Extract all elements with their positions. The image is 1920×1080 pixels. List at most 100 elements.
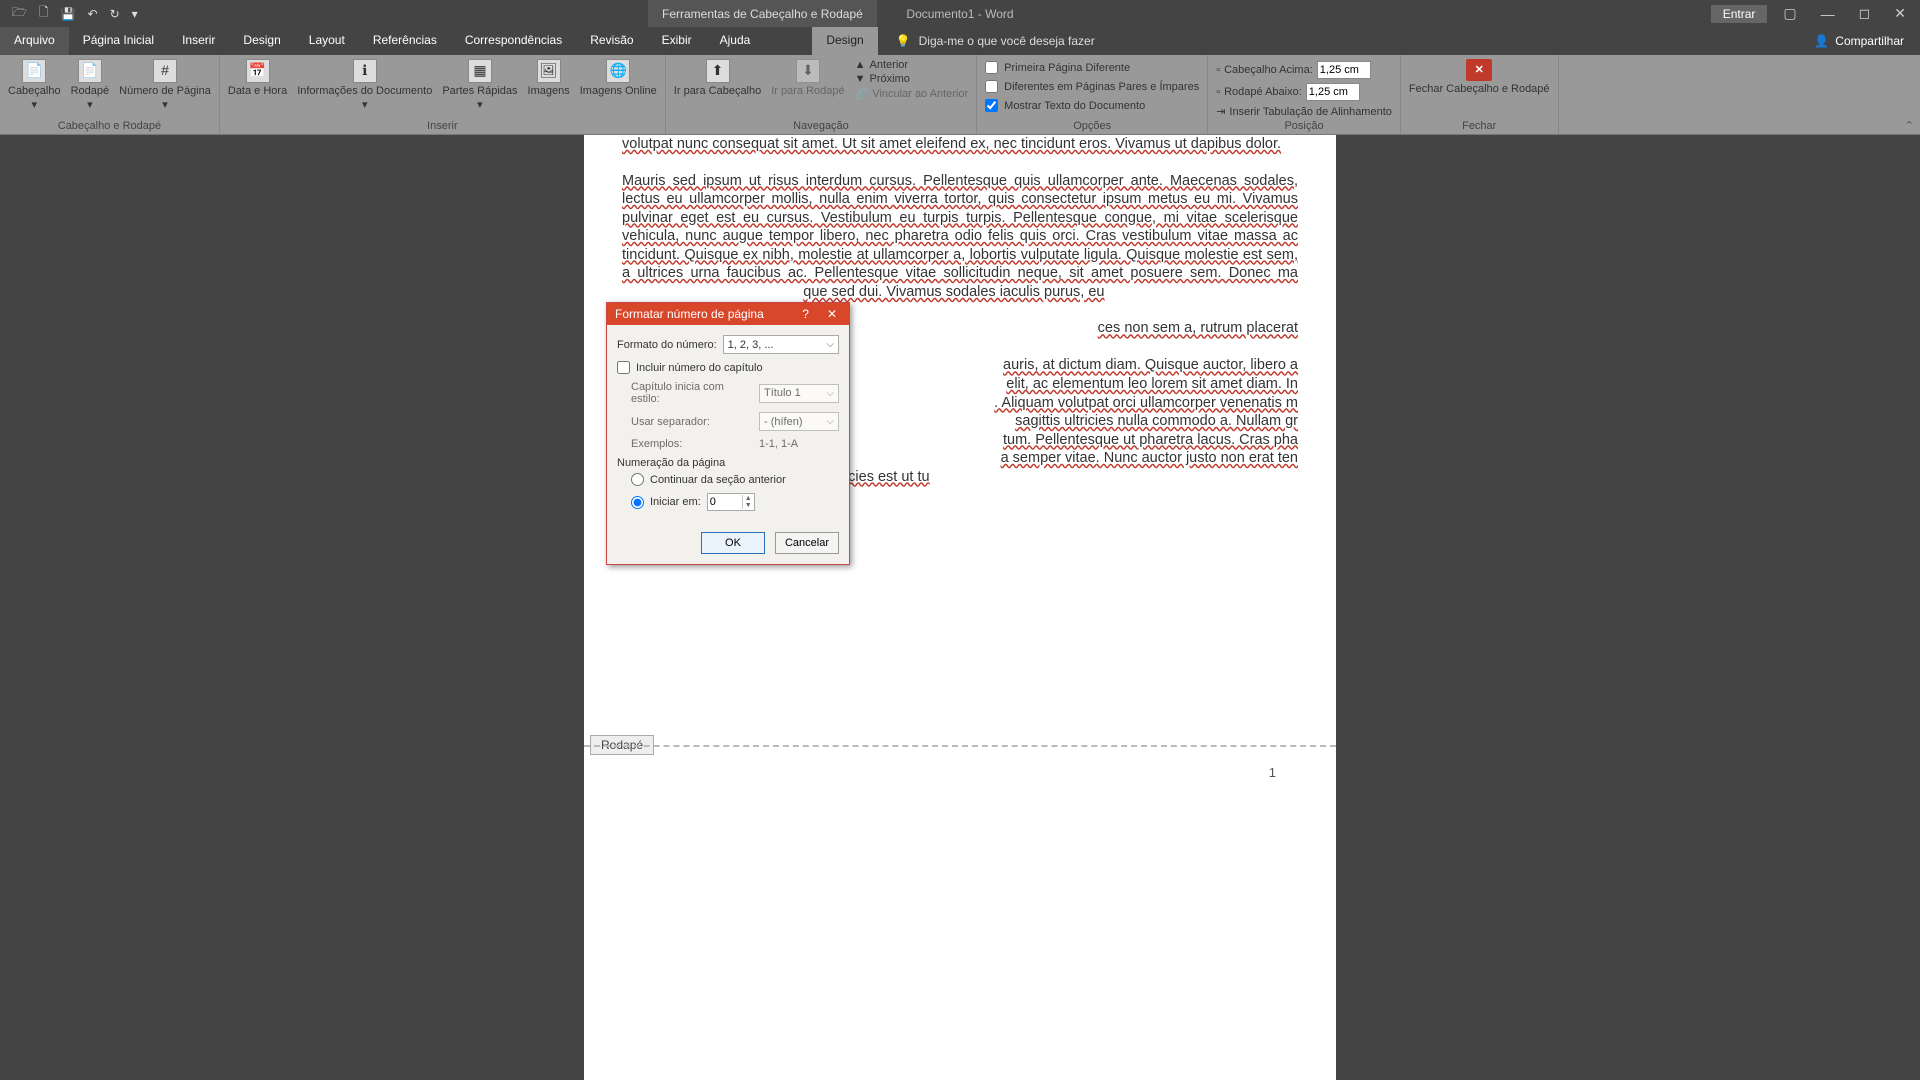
maximize-icon[interactable]: ◻ bbox=[1851, 5, 1879, 22]
page-number-field[interactable]: 1 bbox=[1269, 765, 1276, 780]
redo-icon[interactable]: ↻ bbox=[110, 7, 120, 21]
link-previous-button: 🔗Vincular ao Anterior bbox=[855, 87, 969, 100]
share-icon: 👤 bbox=[1814, 34, 1829, 48]
footer-separator bbox=[584, 745, 1336, 747]
box-icon: ▫ bbox=[1216, 86, 1220, 98]
group-label-options: Opções bbox=[985, 118, 1199, 132]
tab-home[interactable]: Página Inicial bbox=[69, 27, 168, 55]
footer-bottom-input[interactable] bbox=[1306, 83, 1360, 101]
include-chapter-checkbox[interactable]: Incluir número do capítulo bbox=[617, 361, 839, 374]
down-arrow-icon: ▼ bbox=[855, 73, 866, 85]
goto-header-button[interactable]: ⬆Ir para Cabeçalho bbox=[674, 59, 761, 97]
share-label: Compartilhar bbox=[1835, 34, 1904, 48]
tell-me-label: Diga-me o que você deseja fazer bbox=[919, 34, 1095, 48]
close-window-icon[interactable]: ✕ bbox=[1886, 5, 1914, 22]
open-icon[interactable]: 🗁 bbox=[12, 3, 27, 24]
close-x-icon: ✕ bbox=[1466, 59, 1492, 81]
show-doc-text-checkbox[interactable]: Mostrar Texto do Documento bbox=[985, 99, 1199, 112]
spin-up-icon[interactable]: ▲ bbox=[743, 495, 754, 502]
page-number-button[interactable]: #Número de Página▾ bbox=[119, 59, 211, 111]
header-top-input[interactable] bbox=[1317, 61, 1371, 79]
group-close: ✕ Fechar Cabeçalho e Rodapé Fechar bbox=[1401, 55, 1559, 134]
tell-me-search[interactable]: 💡 Diga-me o que você deseja fazer bbox=[878, 27, 1095, 55]
group-label-insert: Inserir bbox=[228, 118, 657, 132]
quick-access-toolbar: 🗁 🗋 💾 ↶ ↻ ▾ bbox=[0, 3, 138, 24]
chapter-style-label: Capítulo inicia com estilo: bbox=[631, 381, 753, 405]
minimize-icon[interactable]: — bbox=[1813, 6, 1843, 22]
insert-alignment-tab-button[interactable]: ⇥Inserir Tabulação de Alinhamento bbox=[1216, 105, 1392, 118]
link-icon: 🔗 bbox=[855, 87, 869, 100]
separator-label: Usar separador: bbox=[631, 416, 753, 428]
tab-mailings[interactable]: Correspondências bbox=[451, 27, 576, 55]
close-header-footer-button[interactable]: ✕ Fechar Cabeçalho e Rodapé bbox=[1409, 59, 1550, 95]
datetime-button[interactable]: 📅Data e Hora bbox=[228, 59, 287, 97]
tab-icon: ⇥ bbox=[1216, 105, 1225, 118]
group-insert: 📅Data e Hora ℹInformações do Documento▾ … bbox=[220, 55, 666, 134]
start-at-radio[interactable]: Iniciar em: bbox=[631, 496, 701, 509]
header-button[interactable]: 📄Cabeçalho▾ bbox=[8, 59, 61, 111]
tab-help[interactable]: Ajuda bbox=[706, 27, 765, 55]
tab-design-context[interactable]: Design bbox=[812, 27, 877, 55]
page-number-format-dialog: Formatar número de página ? ✕ Formato do… bbox=[606, 302, 850, 565]
group-label-nav: Navegação bbox=[674, 118, 968, 132]
group-options: Primeira Página Diferente Diferentes em … bbox=[977, 55, 1208, 134]
lightbulb-icon: 💡 bbox=[896, 34, 911, 48]
chapter-style-select: Título 1 bbox=[759, 384, 839, 403]
dialog-help-icon[interactable]: ? bbox=[798, 307, 813, 321]
new-icon[interactable]: 🗋 bbox=[39, 3, 49, 24]
document-workspace: volutpat nunc consequat sit amet. Ut sit… bbox=[0, 135, 1920, 1080]
ribbon-display-icon[interactable]: ▢ bbox=[1775, 5, 1804, 22]
context-tab-header-footer: Ferramentas de Cabeçalho e Rodapé bbox=[648, 0, 877, 27]
tab-review[interactable]: Revisão bbox=[576, 27, 647, 55]
collapse-ribbon-icon[interactable]: ⌃ bbox=[1905, 119, 1914, 132]
group-position: ▫Cabeçalho Acima: ▫Rodapé Abaixo: ⇥Inser… bbox=[1208, 55, 1401, 134]
tab-design[interactable]: Design bbox=[229, 27, 294, 55]
box-icon: ▫ bbox=[1216, 64, 1220, 76]
undo-icon[interactable]: ↶ bbox=[88, 7, 98, 21]
tab-file[interactable]: Arquivo bbox=[0, 27, 69, 55]
up-arrow-icon: ▲ bbox=[855, 59, 866, 71]
dialog-close-icon[interactable]: ✕ bbox=[823, 307, 841, 321]
start-at-input[interactable]: ▲▼ bbox=[707, 493, 755, 511]
quickparts-button[interactable]: ▦Partes Rápidas▾ bbox=[442, 59, 517, 111]
group-label-position: Posição bbox=[1216, 118, 1392, 132]
tab-layout[interactable]: Layout bbox=[295, 27, 359, 55]
first-page-different-checkbox[interactable]: Primeira Página Diferente bbox=[985, 61, 1199, 74]
dialog-title: Formatar número de página bbox=[615, 307, 764, 321]
online-pictures-button[interactable]: 🌐Imagens Online bbox=[580, 59, 657, 97]
cancel-button[interactable]: Cancelar bbox=[775, 532, 839, 554]
qat-more-icon[interactable]: ▾ bbox=[132, 7, 138, 21]
save-icon[interactable]: 💾 bbox=[61, 7, 76, 21]
goto-footer-button: ⬇Ir para Rodapé bbox=[771, 59, 844, 97]
spin-down-icon[interactable]: ▼ bbox=[743, 502, 754, 509]
ok-button[interactable]: OK bbox=[701, 532, 765, 554]
tab-references[interactable]: Referências bbox=[359, 27, 451, 55]
group-header-footer: 📄Cabeçalho▾ 📄Rodapé▾ #Número de Página▾ … bbox=[0, 55, 220, 134]
number-format-select[interactable]: 1, 2, 3, ... bbox=[723, 335, 839, 354]
share-button[interactable]: 👤 Compartilhar bbox=[1798, 27, 1920, 55]
group-navigation: ⬆Ir para Cabeçalho ⬇Ir para Rodapé ▲Ante… bbox=[666, 55, 977, 134]
examples-label: Exemplos: bbox=[631, 438, 753, 450]
footer-button[interactable]: 📄Rodapé▾ bbox=[71, 59, 110, 111]
signin-button[interactable]: Entrar bbox=[1711, 5, 1768, 23]
document-title: Documento1 - Word bbox=[906, 7, 1013, 21]
group-label-close: Fechar bbox=[1409, 118, 1550, 132]
examples-value: 1-1, 1-A bbox=[759, 438, 798, 450]
continue-section-radio[interactable]: Continuar da seção anterior bbox=[617, 473, 839, 486]
previous-button[interactable]: ▲Anterior bbox=[855, 59, 969, 71]
ribbon-tabs: Arquivo Página Inicial Inserir Design La… bbox=[0, 27, 1920, 55]
docinfo-button[interactable]: ℹInformações do Documento▾ bbox=[297, 59, 432, 111]
odd-even-different-checkbox[interactable]: Diferentes em Páginas Pares e Ímpares bbox=[985, 80, 1199, 93]
next-button[interactable]: ▼Próximo bbox=[855, 73, 969, 85]
number-format-label: Formato do número: bbox=[617, 339, 717, 351]
tab-view[interactable]: Exibir bbox=[648, 27, 706, 55]
group-label-hf: Cabeçalho e Rodapé bbox=[8, 118, 211, 132]
separator-select: - (hífen) bbox=[759, 412, 839, 431]
tab-insert[interactable]: Inserir bbox=[168, 27, 229, 55]
pictures-button[interactable]: 🖼Imagens bbox=[528, 59, 570, 97]
document-page: volutpat nunc consequat sit amet. Ut sit… bbox=[584, 135, 1336, 1080]
dialog-title-bar[interactable]: Formatar número de página ? ✕ bbox=[607, 303, 849, 325]
ribbon: 📄Cabeçalho▾ 📄Rodapé▾ #Número de Página▾ … bbox=[0, 55, 1920, 135]
page-numbering-heading: Numeração da página bbox=[617, 457, 839, 469]
title-bar: 🗁 🗋 💾 ↶ ↻ ▾ Documento1 - Word Ferramenta… bbox=[0, 0, 1920, 27]
